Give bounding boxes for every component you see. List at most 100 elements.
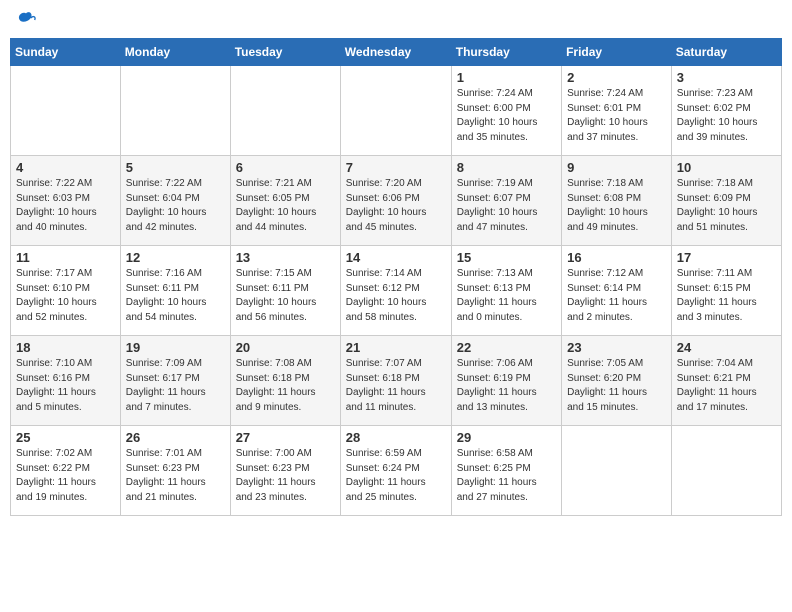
day-number: 8 (457, 160, 556, 175)
calendar-week-row: 1 Sunrise: 7:24 AM Sunset: 6:00 PM Daylig… (11, 66, 782, 156)
day-number: 25 (16, 430, 115, 445)
day-info: Sunrise: 7:22 AM Sunset: 6:04 PM Dayligh… (126, 177, 225, 235)
calendar-cell: 25 Sunrise: 7:02 AM Sunset: 6:22 PM Dayli… (11, 426, 121, 516)
day-info: Sunrise: 7:02 AM Sunset: 6:22 PM Dayligh… (16, 447, 115, 505)
day-number: 4 (16, 160, 115, 175)
day-number: 14 (346, 250, 446, 265)
calendar-cell: 20 Sunrise: 7:08 AM Sunset: 6:18 PM Dayli… (230, 336, 340, 426)
day-info: Sunrise: 6:59 AM Sunset: 6:24 PM Dayligh… (346, 447, 446, 505)
calendar-cell (671, 426, 781, 516)
logo (14, 10, 36, 30)
day-info: Sunrise: 7:01 AM Sunset: 6:23 PM Dayligh… (126, 447, 225, 505)
day-info: Sunrise: 7:13 AM Sunset: 6:13 PM Dayligh… (457, 267, 556, 325)
weekday-header-thursday: Thursday (451, 39, 561, 66)
day-info: Sunrise: 7:06 AM Sunset: 6:19 PM Dayligh… (457, 357, 556, 415)
calendar-cell (11, 66, 121, 156)
day-info: Sunrise: 7:21 AM Sunset: 6:05 PM Dayligh… (236, 177, 335, 235)
calendar-cell: 13 Sunrise: 7:15 AM Sunset: 6:11 PM Dayli… (230, 246, 340, 336)
calendar-week-row: 11 Sunrise: 7:17 AM Sunset: 6:10 PM Dayli… (11, 246, 782, 336)
calendar-table: SundayMondayTuesdayWednesdayThursdayFrid… (10, 38, 782, 516)
day-number: 16 (567, 250, 666, 265)
day-info: Sunrise: 7:05 AM Sunset: 6:20 PM Dayligh… (567, 357, 666, 415)
day-info: Sunrise: 7:11 AM Sunset: 6:15 PM Dayligh… (677, 267, 776, 325)
day-info: Sunrise: 7:00 AM Sunset: 6:23 PM Dayligh… (236, 447, 335, 505)
day-number: 20 (236, 340, 335, 355)
calendar-cell: 24 Sunrise: 7:04 AM Sunset: 6:21 PM Dayli… (671, 336, 781, 426)
calendar-cell: 15 Sunrise: 7:13 AM Sunset: 6:13 PM Dayli… (451, 246, 561, 336)
day-number: 29 (457, 430, 556, 445)
day-info: Sunrise: 7:09 AM Sunset: 6:17 PM Dayligh… (126, 357, 225, 415)
day-info: Sunrise: 7:17 AM Sunset: 6:10 PM Dayligh… (16, 267, 115, 325)
calendar-cell: 9 Sunrise: 7:18 AM Sunset: 6:08 PM Daylig… (562, 156, 672, 246)
day-number: 27 (236, 430, 335, 445)
calendar-cell (120, 66, 230, 156)
weekday-header-wednesday: Wednesday (340, 39, 451, 66)
day-number: 6 (236, 160, 335, 175)
day-info: Sunrise: 7:04 AM Sunset: 6:21 PM Dayligh… (677, 357, 776, 415)
weekday-header-tuesday: Tuesday (230, 39, 340, 66)
day-number: 26 (126, 430, 225, 445)
day-number: 23 (567, 340, 666, 355)
day-number: 7 (346, 160, 446, 175)
calendar-cell: 10 Sunrise: 7:18 AM Sunset: 6:09 PM Dayli… (671, 156, 781, 246)
day-info: Sunrise: 7:07 AM Sunset: 6:18 PM Dayligh… (346, 357, 446, 415)
day-info: Sunrise: 7:08 AM Sunset: 6:18 PM Dayligh… (236, 357, 335, 415)
day-info: Sunrise: 7:22 AM Sunset: 6:03 PM Dayligh… (16, 177, 115, 235)
calendar-week-row: 25 Sunrise: 7:02 AM Sunset: 6:22 PM Dayli… (11, 426, 782, 516)
weekday-header-monday: Monday (120, 39, 230, 66)
calendar-week-row: 4 Sunrise: 7:22 AM Sunset: 6:03 PM Daylig… (11, 156, 782, 246)
calendar-header: SundayMondayTuesdayWednesdayThursdayFrid… (11, 39, 782, 66)
calendar-cell: 29 Sunrise: 6:58 AM Sunset: 6:25 PM Dayli… (451, 426, 561, 516)
calendar-cell: 7 Sunrise: 7:20 AM Sunset: 6:06 PM Daylig… (340, 156, 451, 246)
day-info: Sunrise: 7:20 AM Sunset: 6:06 PM Dayligh… (346, 177, 446, 235)
day-number: 12 (126, 250, 225, 265)
calendar-cell (230, 66, 340, 156)
day-number: 10 (677, 160, 776, 175)
day-number: 9 (567, 160, 666, 175)
calendar-cell: 3 Sunrise: 7:23 AM Sunset: 6:02 PM Daylig… (671, 66, 781, 156)
day-info: Sunrise: 7:18 AM Sunset: 6:08 PM Dayligh… (567, 177, 666, 235)
day-number: 11 (16, 250, 115, 265)
day-info: Sunrise: 6:58 AM Sunset: 6:25 PM Dayligh… (457, 447, 556, 505)
calendar-cell: 8 Sunrise: 7:19 AM Sunset: 6:07 PM Daylig… (451, 156, 561, 246)
day-number: 17 (677, 250, 776, 265)
day-number: 24 (677, 340, 776, 355)
day-info: Sunrise: 7:15 AM Sunset: 6:11 PM Dayligh… (236, 267, 335, 325)
day-number: 5 (126, 160, 225, 175)
calendar-cell: 17 Sunrise: 7:11 AM Sunset: 6:15 PM Dayli… (671, 246, 781, 336)
day-number: 2 (567, 70, 666, 85)
weekday-header-sunday: Sunday (11, 39, 121, 66)
calendar-cell: 11 Sunrise: 7:17 AM Sunset: 6:10 PM Dayli… (11, 246, 121, 336)
calendar-cell: 26 Sunrise: 7:01 AM Sunset: 6:23 PM Dayli… (120, 426, 230, 516)
weekday-header-row: SundayMondayTuesdayWednesdayThursdayFrid… (11, 39, 782, 66)
day-number: 21 (346, 340, 446, 355)
day-info: Sunrise: 7:14 AM Sunset: 6:12 PM Dayligh… (346, 267, 446, 325)
day-number: 19 (126, 340, 225, 355)
day-info: Sunrise: 7:16 AM Sunset: 6:11 PM Dayligh… (126, 267, 225, 325)
calendar-cell: 21 Sunrise: 7:07 AM Sunset: 6:18 PM Dayli… (340, 336, 451, 426)
day-number: 18 (16, 340, 115, 355)
day-info: Sunrise: 7:19 AM Sunset: 6:07 PM Dayligh… (457, 177, 556, 235)
calendar-cell: 18 Sunrise: 7:10 AM Sunset: 6:16 PM Dayli… (11, 336, 121, 426)
day-number: 3 (677, 70, 776, 85)
day-info: Sunrise: 7:24 AM Sunset: 6:00 PM Dayligh… (457, 87, 556, 145)
day-info: Sunrise: 7:24 AM Sunset: 6:01 PM Dayligh… (567, 87, 666, 145)
day-info: Sunrise: 7:18 AM Sunset: 6:09 PM Dayligh… (677, 177, 776, 235)
calendar-body: 1 Sunrise: 7:24 AM Sunset: 6:00 PM Daylig… (11, 66, 782, 516)
weekday-header-saturday: Saturday (671, 39, 781, 66)
day-number: 22 (457, 340, 556, 355)
calendar-cell: 16 Sunrise: 7:12 AM Sunset: 6:14 PM Dayli… (562, 246, 672, 336)
day-info: Sunrise: 7:12 AM Sunset: 6:14 PM Dayligh… (567, 267, 666, 325)
calendar-cell: 19 Sunrise: 7:09 AM Sunset: 6:17 PM Dayli… (120, 336, 230, 426)
day-number: 13 (236, 250, 335, 265)
calendar-week-row: 18 Sunrise: 7:10 AM Sunset: 6:16 PM Dayli… (11, 336, 782, 426)
calendar-cell: 6 Sunrise: 7:21 AM Sunset: 6:05 PM Daylig… (230, 156, 340, 246)
calendar-cell: 27 Sunrise: 7:00 AM Sunset: 6:23 PM Dayli… (230, 426, 340, 516)
day-number: 1 (457, 70, 556, 85)
day-info: Sunrise: 7:23 AM Sunset: 6:02 PM Dayligh… (677, 87, 776, 145)
calendar-cell: 2 Sunrise: 7:24 AM Sunset: 6:01 PM Daylig… (562, 66, 672, 156)
calendar-cell (562, 426, 672, 516)
calendar-cell: 23 Sunrise: 7:05 AM Sunset: 6:20 PM Dayli… (562, 336, 672, 426)
day-info: Sunrise: 7:10 AM Sunset: 6:16 PM Dayligh… (16, 357, 115, 415)
day-number: 15 (457, 250, 556, 265)
